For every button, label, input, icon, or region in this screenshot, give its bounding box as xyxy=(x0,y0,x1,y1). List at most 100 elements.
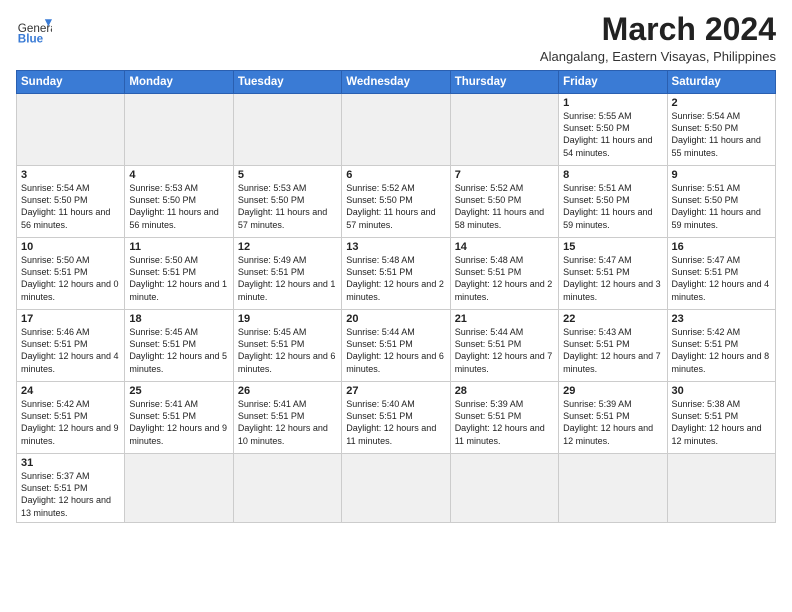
day-cell: 3Sunrise: 5:54 AM Sunset: 5:50 PM Daylig… xyxy=(17,166,125,238)
day-cell: 23Sunrise: 5:42 AM Sunset: 5:51 PM Dayli… xyxy=(667,310,775,382)
day-cell xyxy=(17,94,125,166)
day-info: Sunrise: 5:37 AM Sunset: 5:51 PM Dayligh… xyxy=(21,470,120,519)
day-cell: 29Sunrise: 5:39 AM Sunset: 5:51 PM Dayli… xyxy=(559,382,667,454)
week-row-5: 31Sunrise: 5:37 AM Sunset: 5:51 PM Dayli… xyxy=(17,454,776,523)
col-wednesday: Wednesday xyxy=(342,71,450,94)
day-cell: 16Sunrise: 5:47 AM Sunset: 5:51 PM Dayli… xyxy=(667,238,775,310)
day-number: 15 xyxy=(563,241,662,253)
day-info: Sunrise: 5:43 AM Sunset: 5:51 PM Dayligh… xyxy=(563,326,662,375)
day-number: 25 xyxy=(129,385,228,397)
day-cell: 25Sunrise: 5:41 AM Sunset: 5:51 PM Dayli… xyxy=(125,382,233,454)
day-cell: 31Sunrise: 5:37 AM Sunset: 5:51 PM Dayli… xyxy=(17,454,125,523)
day-number: 9 xyxy=(672,169,771,181)
col-thursday: Thursday xyxy=(450,71,558,94)
col-sunday: Sunday xyxy=(17,71,125,94)
day-info: Sunrise: 5:44 AM Sunset: 5:51 PM Dayligh… xyxy=(455,326,554,375)
day-cell: 2Sunrise: 5:54 AM Sunset: 5:50 PM Daylig… xyxy=(667,94,775,166)
day-info: Sunrise: 5:47 AM Sunset: 5:51 PM Dayligh… xyxy=(563,254,662,303)
day-number: 22 xyxy=(563,313,662,325)
day-info: Sunrise: 5:42 AM Sunset: 5:51 PM Dayligh… xyxy=(21,398,120,447)
day-cell: 15Sunrise: 5:47 AM Sunset: 5:51 PM Dayli… xyxy=(559,238,667,310)
day-number: 28 xyxy=(455,385,554,397)
day-info: Sunrise: 5:44 AM Sunset: 5:51 PM Dayligh… xyxy=(346,326,445,375)
day-number: 1 xyxy=(563,97,662,109)
svg-text:Blue: Blue xyxy=(18,33,44,46)
day-number: 6 xyxy=(346,169,445,181)
day-info: Sunrise: 5:39 AM Sunset: 5:51 PM Dayligh… xyxy=(455,398,554,447)
day-cell: 5Sunrise: 5:53 AM Sunset: 5:50 PM Daylig… xyxy=(233,166,341,238)
day-cell xyxy=(233,454,341,523)
day-cell: 19Sunrise: 5:45 AM Sunset: 5:51 PM Dayli… xyxy=(233,310,341,382)
logo: General Blue xyxy=(16,12,52,48)
day-info: Sunrise: 5:41 AM Sunset: 5:51 PM Dayligh… xyxy=(238,398,337,447)
calendar-table: Sunday Monday Tuesday Wednesday Thursday… xyxy=(16,70,776,523)
day-number: 14 xyxy=(455,241,554,253)
day-info: Sunrise: 5:38 AM Sunset: 5:51 PM Dayligh… xyxy=(672,398,771,447)
day-info: Sunrise: 5:50 AM Sunset: 5:51 PM Dayligh… xyxy=(129,254,228,303)
day-cell: 11Sunrise: 5:50 AM Sunset: 5:51 PM Dayli… xyxy=(125,238,233,310)
week-row-2: 10Sunrise: 5:50 AM Sunset: 5:51 PM Dayli… xyxy=(17,238,776,310)
day-info: Sunrise: 5:48 AM Sunset: 5:51 PM Dayligh… xyxy=(455,254,554,303)
day-info: Sunrise: 5:41 AM Sunset: 5:51 PM Dayligh… xyxy=(129,398,228,447)
day-cell: 7Sunrise: 5:52 AM Sunset: 5:50 PM Daylig… xyxy=(450,166,558,238)
day-number: 17 xyxy=(21,313,120,325)
day-number: 8 xyxy=(563,169,662,181)
day-cell: 26Sunrise: 5:41 AM Sunset: 5:51 PM Dayli… xyxy=(233,382,341,454)
day-number: 3 xyxy=(21,169,120,181)
day-cell: 13Sunrise: 5:48 AM Sunset: 5:51 PM Dayli… xyxy=(342,238,450,310)
day-info: Sunrise: 5:40 AM Sunset: 5:51 PM Dayligh… xyxy=(346,398,445,447)
col-friday: Friday xyxy=(559,71,667,94)
day-cell: 21Sunrise: 5:44 AM Sunset: 5:51 PM Dayli… xyxy=(450,310,558,382)
day-info: Sunrise: 5:42 AM Sunset: 5:51 PM Dayligh… xyxy=(672,326,771,375)
day-number: 26 xyxy=(238,385,337,397)
day-info: Sunrise: 5:52 AM Sunset: 5:50 PM Dayligh… xyxy=(455,182,554,231)
day-number: 7 xyxy=(455,169,554,181)
day-cell: 12Sunrise: 5:49 AM Sunset: 5:51 PM Dayli… xyxy=(233,238,341,310)
header-row: Sunday Monday Tuesday Wednesday Thursday… xyxy=(17,71,776,94)
day-cell: 17Sunrise: 5:46 AM Sunset: 5:51 PM Dayli… xyxy=(17,310,125,382)
day-cell xyxy=(233,94,341,166)
day-info: Sunrise: 5:53 AM Sunset: 5:50 PM Dayligh… xyxy=(238,182,337,231)
day-cell xyxy=(450,94,558,166)
day-number: 10 xyxy=(21,241,120,253)
week-row-1: 3Sunrise: 5:54 AM Sunset: 5:50 PM Daylig… xyxy=(17,166,776,238)
title-area: March 2024 Alangalang, Eastern Visayas, … xyxy=(540,12,776,64)
day-cell: 6Sunrise: 5:52 AM Sunset: 5:50 PM Daylig… xyxy=(342,166,450,238)
day-info: Sunrise: 5:52 AM Sunset: 5:50 PM Dayligh… xyxy=(346,182,445,231)
day-cell xyxy=(125,454,233,523)
day-number: 31 xyxy=(21,457,120,469)
day-cell: 24Sunrise: 5:42 AM Sunset: 5:51 PM Dayli… xyxy=(17,382,125,454)
week-row-3: 17Sunrise: 5:46 AM Sunset: 5:51 PM Dayli… xyxy=(17,310,776,382)
day-number: 12 xyxy=(238,241,337,253)
day-number: 5 xyxy=(238,169,337,181)
col-saturday: Saturday xyxy=(667,71,775,94)
day-number: 24 xyxy=(21,385,120,397)
day-info: Sunrise: 5:50 AM Sunset: 5:51 PM Dayligh… xyxy=(21,254,120,303)
day-cell: 30Sunrise: 5:38 AM Sunset: 5:51 PM Dayli… xyxy=(667,382,775,454)
logo-icon: General Blue xyxy=(16,12,52,48)
day-cell xyxy=(667,454,775,523)
day-cell xyxy=(342,454,450,523)
day-number: 21 xyxy=(455,313,554,325)
col-tuesday: Tuesday xyxy=(233,71,341,94)
day-number: 4 xyxy=(129,169,228,181)
day-cell: 20Sunrise: 5:44 AM Sunset: 5:51 PM Dayli… xyxy=(342,310,450,382)
week-row-0: 1Sunrise: 5:55 AM Sunset: 5:50 PM Daylig… xyxy=(17,94,776,166)
month-title: March 2024 xyxy=(540,12,776,47)
day-number: 27 xyxy=(346,385,445,397)
day-cell xyxy=(342,94,450,166)
day-info: Sunrise: 5:46 AM Sunset: 5:51 PM Dayligh… xyxy=(21,326,120,375)
week-row-4: 24Sunrise: 5:42 AM Sunset: 5:51 PM Dayli… xyxy=(17,382,776,454)
day-info: Sunrise: 5:45 AM Sunset: 5:51 PM Dayligh… xyxy=(129,326,228,375)
page: General Blue March 2024 Alangalang, East… xyxy=(0,0,792,531)
day-cell: 14Sunrise: 5:48 AM Sunset: 5:51 PM Dayli… xyxy=(450,238,558,310)
day-cell: 9Sunrise: 5:51 AM Sunset: 5:50 PM Daylig… xyxy=(667,166,775,238)
subtitle: Alangalang, Eastern Visayas, Philippines xyxy=(540,49,776,64)
day-number: 20 xyxy=(346,313,445,325)
day-cell xyxy=(450,454,558,523)
day-info: Sunrise: 5:45 AM Sunset: 5:51 PM Dayligh… xyxy=(238,326,337,375)
day-info: Sunrise: 5:39 AM Sunset: 5:51 PM Dayligh… xyxy=(563,398,662,447)
day-number: 16 xyxy=(672,241,771,253)
day-info: Sunrise: 5:51 AM Sunset: 5:50 PM Dayligh… xyxy=(672,182,771,231)
col-monday: Monday xyxy=(125,71,233,94)
